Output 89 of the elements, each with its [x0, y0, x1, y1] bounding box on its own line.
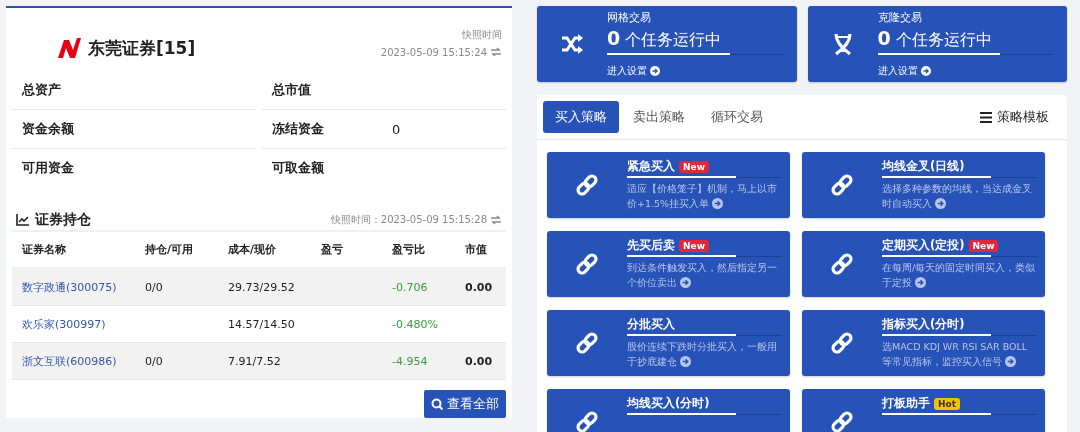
field-label: 资金余额: [22, 120, 75, 139]
refresh-icon[interactable]: [490, 46, 502, 58]
table-cell: 0/0: [135, 268, 218, 306]
settings-link[interactable]: 进入设置: [607, 64, 660, 78]
link-icon: [830, 173, 854, 197]
arrow-circle-icon: [712, 198, 724, 209]
description-link[interactable]: 选择多种参数的均线，当达成金叉时自动买入: [882, 181, 1037, 211]
stock-link[interactable]: 浙文互联(600986): [12, 342, 135, 380]
refresh-icon[interactable]: [490, 213, 502, 226]
strategy-card[interactable]: 紧急买入 New 适应【价格笼子】机制，马上以市价+1.5%挂买入单: [547, 152, 790, 218]
strategy-card[interactable]: 打板助手 Hot: [802, 389, 1045, 432]
task-count: 0: [607, 27, 621, 49]
search-icon: [431, 398, 443, 410]
task-card[interactable]: 网格交易 0 个任务运行中 进入设置: [537, 6, 797, 82]
menu-icon: [980, 111, 992, 123]
table-cell: -0.706: [382, 268, 455, 306]
description-link[interactable]: 适应【价格笼子】机制，马上以市价+1.5%挂买入单: [627, 181, 782, 211]
badge: New: [679, 160, 709, 173]
strategy-title: 均线买入(分时): [627, 396, 710, 411]
field-label: 总资产: [22, 81, 62, 100]
chart-icon: [16, 213, 30, 227]
arrow-circle-icon: [1005, 356, 1017, 367]
badge: New: [679, 239, 709, 252]
table-cell: 14.57/14.50: [218, 305, 311, 343]
badge: New: [968, 239, 999, 252]
strategy-title: 打板助手: [882, 396, 930, 411]
strategy-title: 均线金叉(日线): [882, 159, 965, 174]
strategy-card[interactable]: 指标买入(分时) 选MACD KDJ WR RSI SAR BOLL等常见指标，监控买入信号: [802, 310, 1045, 376]
strategy-card[interactable]: 定期买入(定投) New 在每周/每天的固定时间买入，类似于定投: [802, 231, 1045, 297]
field-label: 冻结资金: [272, 120, 325, 139]
link-icon: [575, 331, 599, 355]
strategy-card[interactable]: 均线金叉(日线) 选择多种参数的均线，当达成金叉时自动买入: [802, 152, 1045, 218]
task-title: 克隆交易: [877, 10, 923, 25]
view-all-button[interactable]: 查看全部: [424, 390, 506, 418]
broker-name: 东莞证券[15]: [88, 36, 196, 60]
field-label: 可用资金: [22, 159, 75, 178]
description-link[interactable]: 股价连续下跌时分批买入，一般用于抄底建仓: [627, 339, 782, 369]
task-status: 个任务运行中: [895, 30, 992, 51]
arrow-circle-icon: [920, 66, 931, 76]
description-link[interactable]: 在每周/每天的固定时间买入，类似于定投: [882, 260, 1037, 290]
strategy-tab[interactable]: 卖出策略: [621, 101, 697, 133]
table-cell: 29.73/29.52: [218, 268, 311, 306]
broker-logo-icon: [56, 36, 82, 60]
table-cell: 0.00: [455, 268, 506, 306]
template-button[interactable]: 策略模板: [974, 107, 1055, 127]
shuffle-icon: [560, 32, 584, 56]
arrow-circle-icon: [680, 277, 692, 288]
link-icon: [575, 173, 599, 197]
link-icon: [575, 410, 599, 432]
table-cell: 0.00: [455, 342, 506, 380]
strategy-title: 先买后卖: [627, 238, 675, 253]
arrow-circle-icon: [650, 66, 660, 76]
strategy-tab[interactable]: 买入策略: [543, 101, 619, 133]
section-title: 证券持仓: [35, 210, 91, 229]
task-title: 网格交易: [607, 10, 652, 25]
table-cell: -0.480%: [382, 305, 455, 343]
settings-link[interactable]: 进入设置: [877, 64, 931, 78]
arrow-circle-icon: [935, 198, 947, 209]
strategy-title: 指标买入(分时): [882, 317, 965, 332]
arrow-circle-icon: [915, 277, 927, 288]
task-count: 0: [877, 27, 891, 49]
field-label: 总市值: [272, 81, 312, 100]
description-link[interactable]: 选MACD KDJ WR RSI SAR BOLL等常见指标，监控买入信号: [882, 339, 1037, 369]
strategy-tab[interactable]: 循环交易: [699, 101, 775, 133]
strategy-title: 紧急买入: [627, 159, 675, 174]
task-card[interactable]: 克隆交易 0 个任务运行中 进入设置: [807, 6, 1067, 82]
stock-link[interactable]: 数字政通(300075): [12, 268, 135, 306]
stock-link[interactable]: 欢乐家(300997): [12, 305, 135, 343]
link-icon: [575, 252, 599, 276]
arrow-circle-icon: [680, 356, 692, 367]
link-icon: [830, 331, 854, 355]
strategy-title: 定期买入(定投): [882, 238, 965, 253]
link-icon: [830, 410, 854, 432]
task-status: 个任务运行中: [625, 30, 722, 51]
snapshot-label: 快照时间: [462, 28, 502, 42]
strategy-card[interactable]: 先买后卖 New 到达条件触发买入，然后指定另一个价位卖出: [547, 231, 790, 297]
description-link[interactable]: 到达条件触发买入，然后指定另一个价位卖出: [627, 260, 782, 290]
field-label: 可取金额: [272, 159, 325, 178]
table-cell: 0/0: [135, 342, 218, 380]
field-value: 0: [392, 121, 402, 137]
strategy-title: 分批买入: [627, 317, 675, 332]
badge: Hot: [934, 397, 961, 410]
table-cell: 7.91/7.52: [218, 342, 311, 380]
table-cell: -4.954: [382, 342, 455, 380]
snapshot-time: 2023-05-09 15:15:24: [380, 46, 487, 58]
strategy-card[interactable]: 均线买入(分时): [547, 389, 790, 432]
link-icon: [830, 252, 854, 276]
snapshot-time: 快照时间：2023-05-09 15:15:28: [330, 212, 487, 227]
strategy-card[interactable]: 分批买入 股价连续下跌时分批买入，一般用于抄底建仓: [547, 310, 790, 376]
